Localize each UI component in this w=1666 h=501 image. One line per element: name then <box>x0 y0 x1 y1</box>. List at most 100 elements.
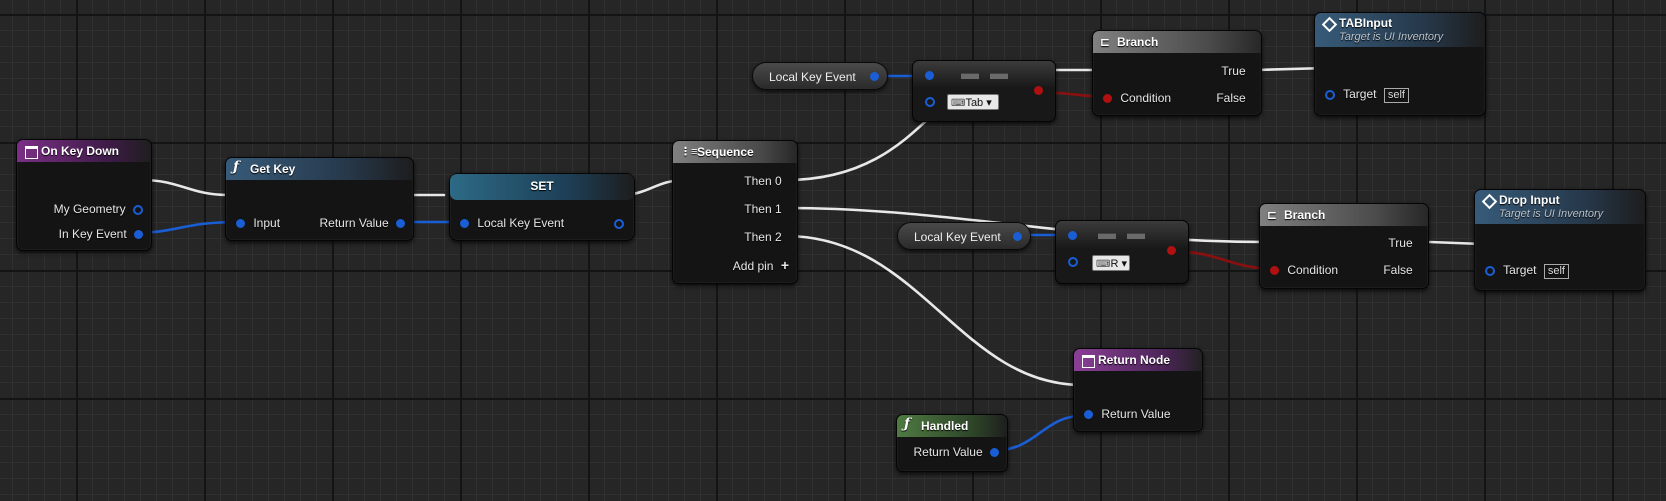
pin-label: Return Value <box>913 445 983 459</box>
drop-input-node[interactable]: Drop Input Target is UI Inventory Target… <box>1474 189 1646 291</box>
key-selector-tab[interactable]: ⌨Tab ▾ <box>947 94 999 110</box>
pin-label: Then 2 <box>744 230 782 244</box>
function-icon: ƒ <box>904 416 911 432</box>
pin-label: True <box>1221 64 1246 78</box>
node-header: ƒ Get Key <box>226 158 413 180</box>
node-header: ⊏ Branch <box>1093 31 1261 53</box>
branch-node-2[interactable]: ⊏ Branch Condition True False <box>1259 203 1429 289</box>
pin-then-2[interactable]: Then 2 <box>744 230 789 244</box>
sequence-icon: ⋮≡ <box>680 146 698 158</box>
var-label: Local Key Event <box>914 230 1001 244</box>
event-icon <box>25 146 38 159</box>
node-title: On Key Down <box>41 144 120 158</box>
pin-label: Return Value <box>1101 407 1171 421</box>
node-title: Return Node <box>1098 353 1170 367</box>
pin-return-value[interactable]: Return Value <box>1084 407 1171 421</box>
local-key-event-getter[interactable]: Local Key Event <box>897 222 1031 250</box>
pin-target[interactable]: Target self <box>1325 87 1409 103</box>
exec-wire <box>140 178 230 197</box>
pin-label: Condition <box>1287 263 1339 277</box>
set-node[interactable]: SET Local Key Event <box>449 173 635 241</box>
pin-then-1[interactable]: Then 1 <box>744 202 789 216</box>
pin-return-value[interactable]: Return Value <box>913 445 999 459</box>
node-title: Branch <box>1117 35 1159 49</box>
struct-pin-icon <box>236 219 245 229</box>
function-icon: ƒ <box>233 159 240 175</box>
node-title: SET <box>530 179 554 193</box>
pin-in-key-event[interactable]: In Key Event <box>59 227 143 241</box>
struct-pin-icon <box>460 219 469 229</box>
pin-local-key-event-out[interactable] <box>614 216 624 230</box>
node-header: ⋮≡ Sequence <box>673 141 797 163</box>
struct-pin-icon <box>990 448 999 458</box>
self-box: self <box>1383 88 1409 103</box>
node-title: TABInput <box>1339 16 1393 30</box>
pin-label: Local Key Event <box>477 216 565 230</box>
pin-label: Target <box>1343 87 1377 101</box>
branch-icon: ⊏ <box>1100 35 1111 49</box>
key-selector-r[interactable]: ⌨R ▾ <box>1092 255 1130 271</box>
key-value: Tab <box>965 97 984 109</box>
pin-my-geometry[interactable]: My Geometry <box>54 202 143 216</box>
bool-pin-icon <box>1034 86 1043 95</box>
node-title: Drop Input <box>1499 193 1560 207</box>
pin-condition[interactable]: Condition <box>1270 263 1338 277</box>
equal-key-node-r[interactable]: ▬ ▬ ⌨R ▾ <box>1055 220 1189 284</box>
handled-node[interactable]: ƒ Handled Return Value <box>896 414 1008 472</box>
node-header: On Key Down <box>17 140 151 162</box>
node-header: Drop Input Target is UI Inventory <box>1475 190 1645 224</box>
local-key-event-getter[interactable]: Local Key Event <box>752 62 888 90</box>
plus-icon: + <box>780 257 789 273</box>
keyboard-icon: ⌨ <box>1096 259 1111 270</box>
get-key-node[interactable]: ƒ Get Key Input Return Value <box>225 157 414 241</box>
node-header: ⊏ Branch <box>1260 204 1428 226</box>
equal-key-node-tab[interactable]: ▬ ▬ ⌨Tab ▾ <box>912 60 1056 122</box>
exec-wire <box>784 234 1084 387</box>
return-node[interactable]: Return Node Return Value <box>1073 348 1203 432</box>
struct-pin-icon <box>1013 232 1022 241</box>
node-title: Sequence <box>697 145 754 159</box>
pin-target[interactable]: Target self <box>1485 263 1569 279</box>
struct-pin-icon <box>1068 257 1078 267</box>
pin-then-0[interactable]: Then 0 <box>744 174 789 188</box>
pin-false[interactable]: False <box>1383 263 1420 277</box>
struct-pin-icon <box>396 219 405 229</box>
equal-icon: ▬ ▬ <box>1098 223 1149 243</box>
on-key-down-node[interactable]: On Key Down My Geometry In Key Event <box>16 139 152 251</box>
pin-true[interactable]: True <box>1388 236 1420 250</box>
object-pin-icon <box>1485 265 1495 276</box>
pin-true[interactable]: True <box>1221 64 1253 78</box>
node-subtitle: Target is UI Inventory <box>1499 208 1604 220</box>
struct-pin-icon <box>614 218 624 229</box>
branch-node-1[interactable]: ⊏ Branch Condition True False <box>1092 30 1262 116</box>
node-subtitle: Target is UI Inventory <box>1339 31 1444 43</box>
branch-icon: ⊏ <box>1267 208 1278 222</box>
pin-label: Target <box>1503 263 1537 277</box>
struct-pin-icon <box>925 71 934 80</box>
pin-condition[interactable]: Condition <box>1103 91 1171 105</box>
struct-pin-icon <box>925 97 935 107</box>
tabinput-node[interactable]: TABInput Target is UI Inventory Target s… <box>1314 12 1486 116</box>
pin-return-value[interactable]: Return Value <box>320 216 405 230</box>
struct-pin-icon <box>1084 410 1093 420</box>
pin-input[interactable]: Input <box>236 216 280 230</box>
pin-local-key-event[interactable]: Local Key Event <box>460 216 564 230</box>
var-label: Local Key Event <box>769 70 856 84</box>
object-pin-icon <box>1325 89 1335 100</box>
pin-label: True <box>1388 236 1413 250</box>
sequence-node[interactable]: ⋮≡ Sequence Then 0 Then 1 Then 2 Add pin… <box>672 140 798 284</box>
pin-label: Condition <box>1120 91 1172 105</box>
function-call-icon <box>1481 193 1498 210</box>
bool-pin-icon <box>1103 94 1112 104</box>
pin-label: False <box>1216 91 1246 105</box>
bool-pin-icon <box>1270 266 1279 276</box>
pin-label: My Geometry <box>53 202 126 216</box>
pin-label: Input <box>253 216 281 230</box>
pin-false[interactable]: False <box>1216 91 1253 105</box>
bool-pin-icon <box>1167 246 1176 255</box>
struct-pin-icon <box>1068 231 1077 240</box>
keyboard-icon: ⌨ <box>951 98 966 109</box>
add-pin-button[interactable]: Add pin + <box>733 258 789 273</box>
pin-label: Then 0 <box>744 174 782 188</box>
node-header: ƒ Handled <box>897 415 1007 437</box>
